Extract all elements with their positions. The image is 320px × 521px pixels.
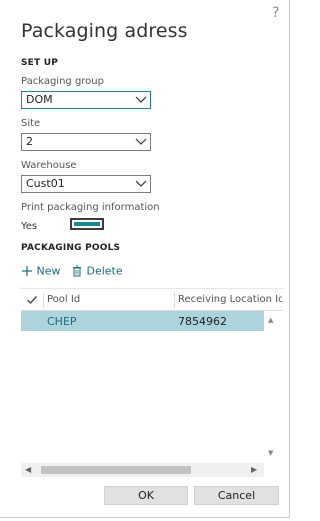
checkmark-icon (27, 296, 37, 304)
chevron-down-icon (135, 138, 147, 145)
plus-icon (22, 266, 32, 276)
warehouse-value: Cust01 (26, 177, 65, 190)
grid-header: Pool Id Receiving Location Id (21, 289, 283, 311)
scroll-up-icon[interactable]: ▲ (268, 316, 273, 324)
packaging-address-dialog: ? Packaging adress SET UP Packaging grou… (0, 0, 290, 518)
chevron-down-icon (135, 180, 147, 187)
warehouse-label: Warehouse (21, 160, 77, 171)
column-separator (43, 292, 44, 308)
packaging-pools-heading: PACKAGING POOLS (21, 243, 121, 253)
new-button[interactable]: New (21, 264, 61, 278)
setup-section-heading: SET UP (21, 58, 59, 68)
table-row[interactable]: CHEP 7854962 (21, 311, 264, 331)
pool-id-cell[interactable]: CHEP (47, 315, 77, 328)
column-header-receiving-location-id[interactable]: Receiving Location Id (178, 294, 282, 305)
warehouse-select[interactable]: Cust01 (21, 175, 151, 193)
packaging-group-select[interactable]: DOM (21, 91, 151, 109)
scroll-down-icon[interactable]: ▼ (268, 449, 273, 457)
dialog-title: Packaging adress (21, 20, 188, 42)
column-header-pool-id[interactable]: Pool Id (47, 294, 80, 305)
cancel-button[interactable]: Cancel (194, 486, 279, 505)
print-packaging-value: Yes (21, 221, 38, 232)
horizontal-scrollbar[interactable]: ◀ ▶ (21, 463, 264, 477)
help-button[interactable]: ? (272, 5, 279, 21)
select-all-checkbox[interactable] (21, 289, 43, 311)
packaging-pools-grid: Pool Id Receiving Location Id CHEP 78549… (21, 288, 283, 478)
trash-icon (73, 265, 81, 277)
scroll-right-icon[interactable]: ▶ (251, 465, 257, 474)
new-label: New (36, 264, 61, 278)
delete-label: Delete (86, 264, 123, 278)
chevron-down-icon (135, 96, 147, 103)
receiving-location-id-cell: 7854962 (178, 315, 227, 328)
ok-button[interactable]: OK (104, 486, 188, 505)
delete-button[interactable]: Delete (71, 264, 123, 278)
column-separator (174, 292, 175, 308)
horizontal-scroll-thumb[interactable] (41, 466, 191, 474)
vertical-scrollbar[interactable]: ▲ ▼ (266, 311, 280, 459)
toggle-fill (74, 222, 100, 226)
site-value: 2 (26, 135, 33, 148)
print-packaging-toggle[interactable] (70, 218, 104, 230)
packaging-group-label: Packaging group (21, 76, 104, 87)
print-packaging-label: Print packaging information (21, 202, 160, 213)
packaging-group-value: DOM (26, 93, 53, 106)
scroll-left-icon[interactable]: ◀ (25, 465, 31, 474)
site-label: Site (21, 118, 41, 129)
site-select[interactable]: 2 (21, 133, 151, 151)
